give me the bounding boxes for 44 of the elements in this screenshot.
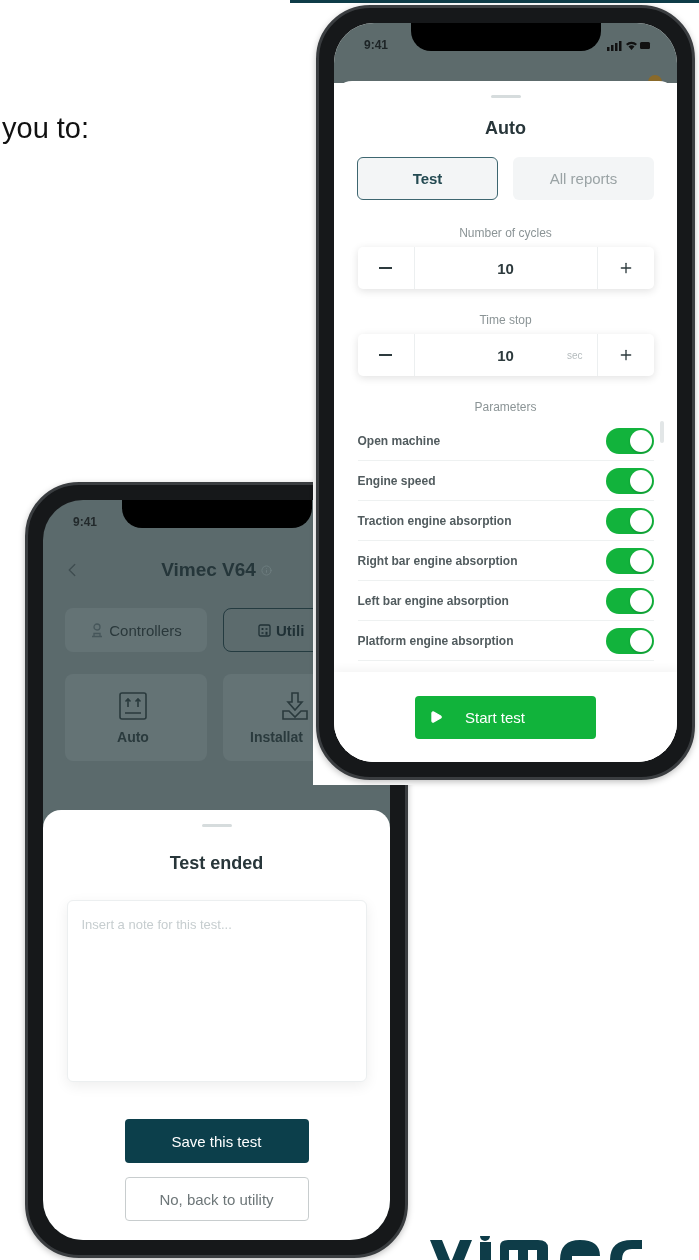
card-label: Installat [250, 728, 303, 745]
status-time: 9:41 [73, 515, 98, 529]
chart-icon [258, 623, 271, 637]
section-label: Parameters [474, 400, 537, 414]
parameter-label: Engine speed [357, 473, 436, 488]
status-icons [607, 39, 651, 51]
parameter-label: Traction engine absorption [357, 513, 512, 528]
parameter-label: Left bar engine absorption [357, 593, 509, 608]
parameter-label: Open machine [357, 433, 441, 448]
scrollbar[interactable] [659, 421, 664, 443]
back-button[interactable]: No, back to utility [124, 1177, 309, 1221]
slide-caption: you to: [2, 112, 90, 145]
minus-icon [379, 267, 392, 269]
stepper-value: 10 [497, 346, 514, 364]
sheet-handle[interactable] [201, 824, 232, 827]
utility-card[interactable]: Auto [65, 674, 207, 761]
sheet-title: Auto [485, 118, 526, 139]
note-field[interactable]: Insert a note for this test... [66, 900, 367, 1082]
unit-label: sec [566, 349, 583, 361]
save-button[interactable]: Save this test [124, 1119, 309, 1163]
tab[interactable]: Controllers [65, 608, 207, 652]
person-icon [90, 622, 105, 638]
field-label: Number of cycles [459, 226, 552, 240]
parameter-label: Right bar engine absorption [357, 553, 518, 568]
toggle-switch[interactable] [605, 547, 654, 574]
toggle-switch[interactable] [605, 587, 654, 614]
play-icon [429, 710, 443, 724]
logo-icon [430, 1236, 642, 1260]
toggle-switch[interactable] [605, 427, 654, 454]
upload-box-icon [118, 690, 148, 721]
minus-icon [379, 354, 392, 356]
toggle-switch[interactable] [605, 627, 654, 654]
sheet-title: Test ended [169, 853, 264, 874]
status-time: 9:41 [364, 38, 389, 52]
card-label: Auto [117, 728, 149, 745]
tab[interactable]: All reports [513, 157, 654, 200]
sheet-handle[interactable] [490, 95, 521, 98]
tab[interactable]: Test [357, 157, 498, 200]
download-icon [280, 690, 310, 721]
start-button[interactable]: Start test [415, 695, 596, 739]
stepper-value: 10 [497, 259, 514, 277]
toggle-switch[interactable] [605, 467, 654, 494]
field-label: Time stop [479, 313, 532, 327]
toggle-switch[interactable] [605, 507, 654, 534]
